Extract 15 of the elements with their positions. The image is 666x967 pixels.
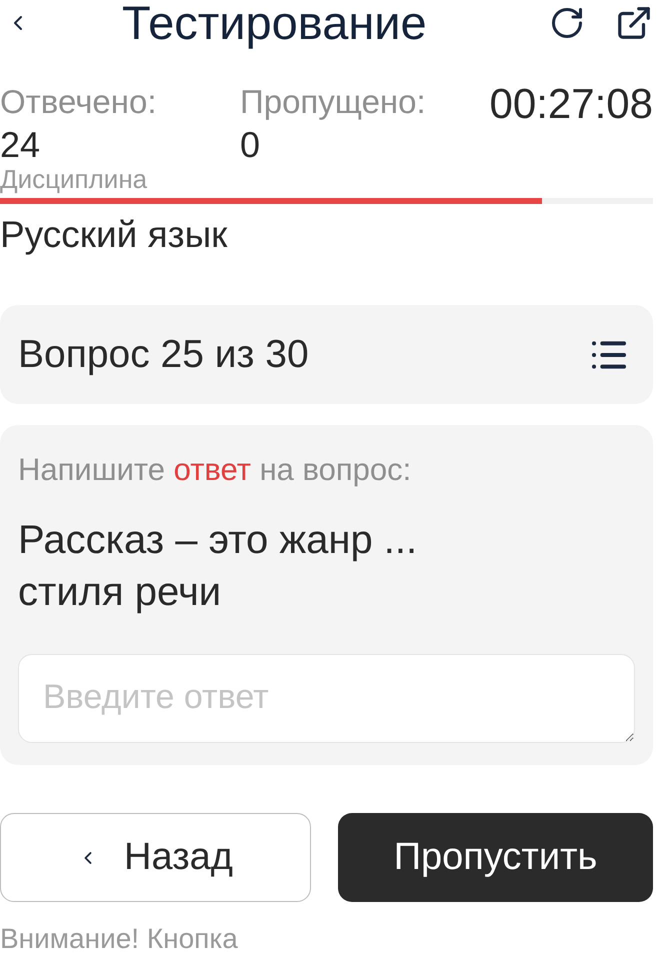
question-counter: Вопрос 25 из 30 (18, 335, 309, 374)
back-button[interactable]: Назад (0, 813, 311, 902)
discipline-value: Русский язык (0, 216, 228, 253)
skip-button[interactable]: Пропустить (338, 813, 653, 902)
question-text: Рассказ – это жанр ... стиля речи (18, 517, 418, 616)
stat-value: 24 (0, 127, 42, 163)
discipline-label: Дисциплина (0, 166, 148, 192)
stat-label: Отвечено: (0, 85, 158, 118)
stat-label: Пропущено: (240, 85, 426, 118)
list-icon[interactable] (589, 340, 629, 370)
timer: 00:27:08 (490, 83, 653, 125)
stat-value: 0 (240, 127, 262, 163)
answer-prompt: Напишите ответ на вопрос: (18, 451, 412, 488)
notice-text: Внимание! Кнопка (0, 924, 238, 955)
answer-input[interactable]: Введите ответ (18, 654, 635, 744)
